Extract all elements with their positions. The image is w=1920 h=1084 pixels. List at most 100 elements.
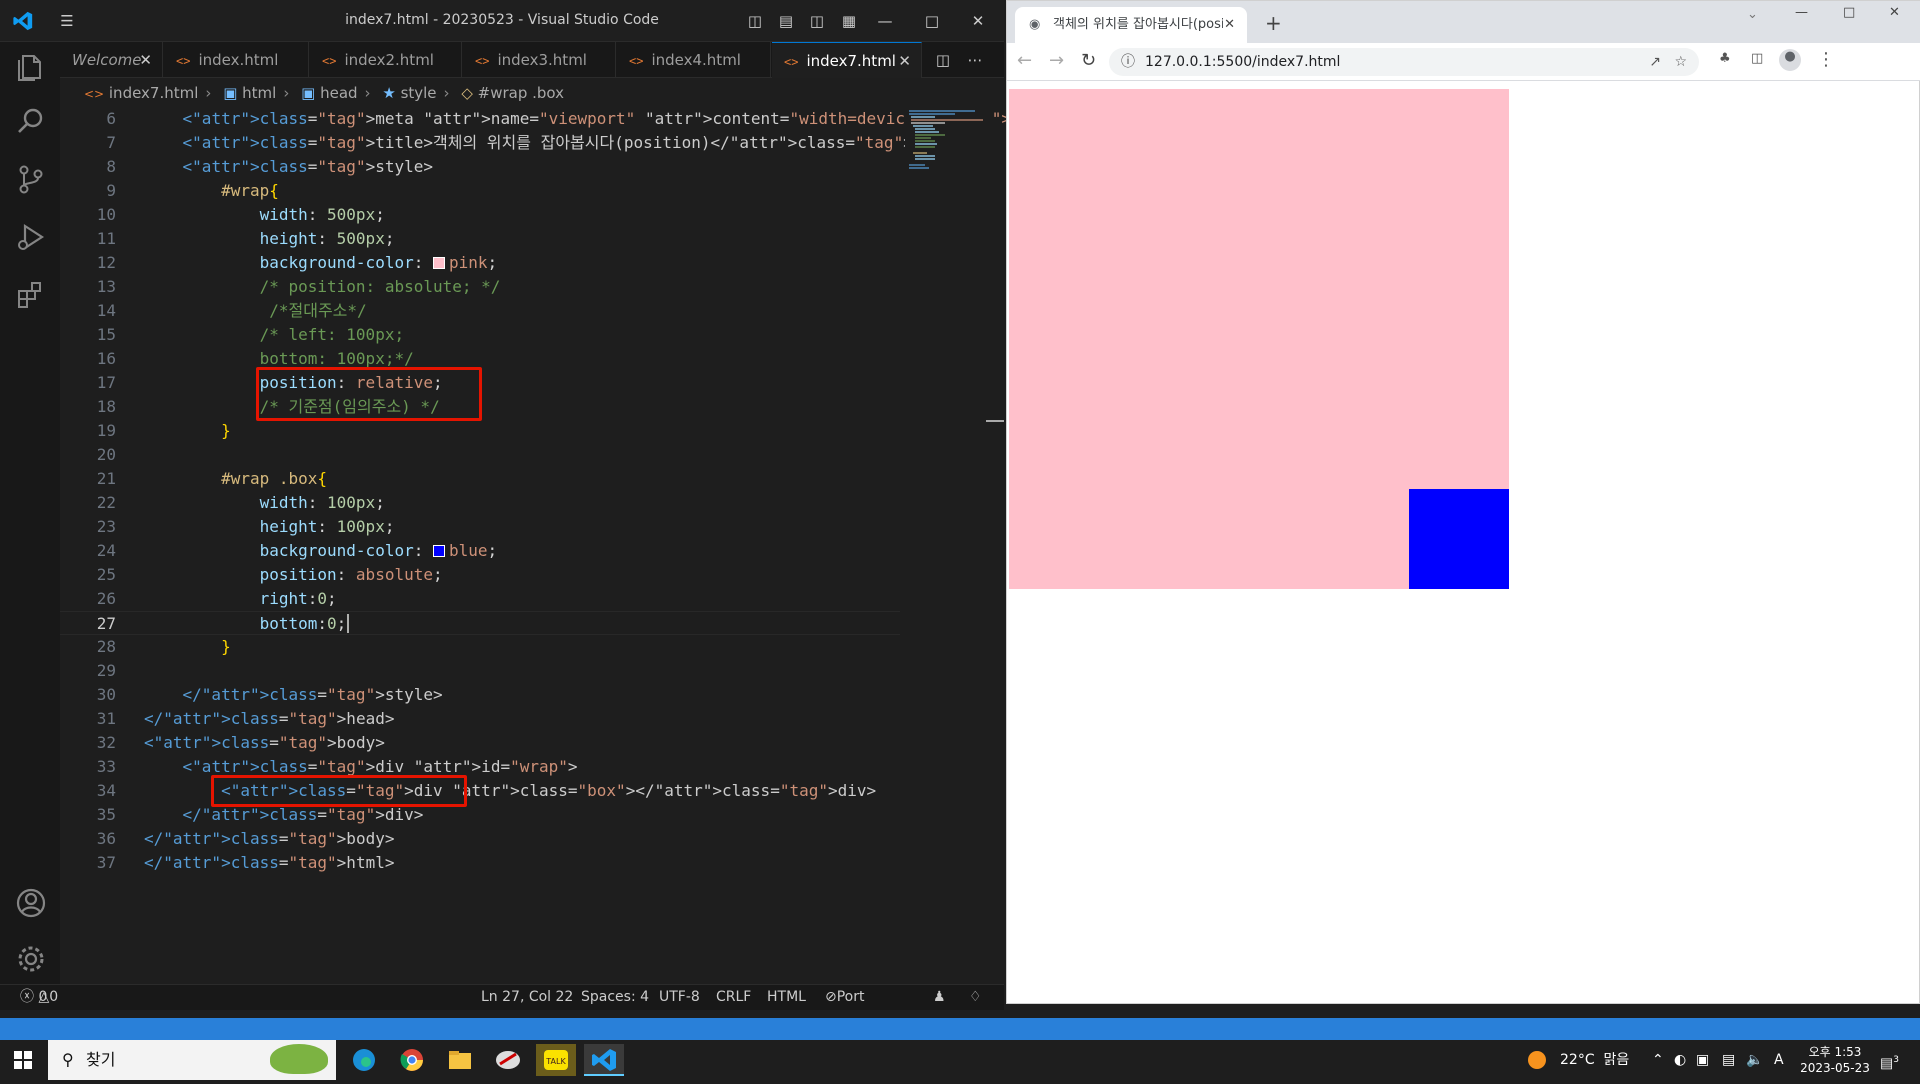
code-line[interactable]: 34 <"attr">class="tag">div "attr">class=…	[60, 779, 900, 803]
code-editor[interactable]: 6 <"attr">class="tag">meta "attr">name="…	[60, 107, 1194, 984]
code-line[interactable]: 7 <"attr">class="tag">title>객체의 위치를 잡아봅시…	[60, 131, 970, 155]
volume-muted-icon[interactable]: 🔈	[1746, 1040, 1763, 1080]
line-ending[interactable]: CRLF	[716, 985, 751, 1010]
more-actions-icon[interactable]: ⋯	[964, 49, 986, 71]
toggle-secondary-sidebar-icon[interactable]: ◫	[806, 10, 828, 32]
side-panel-icon[interactable]: ◫	[1751, 51, 1763, 66]
code-line[interactable]: 31 </"attr">class="tag">head>	[60, 707, 900, 731]
feedback-icon[interactable]: ♟	[933, 985, 946, 1010]
maximize-icon[interactable]: □	[921, 10, 943, 32]
color-swatch[interactable]	[432, 257, 445, 269]
weather-sun-icon[interactable]	[1528, 1051, 1546, 1069]
problems-indicator[interactable]: ⓧ 0 △ 0	[20, 985, 58, 1010]
explorer-icon[interactable]	[14, 50, 48, 84]
browser-tab[interactable]: ◉ 객체의 위치를 잡아봅시다(position) ✕	[1015, 7, 1247, 43]
app-icon[interactable]	[488, 1044, 528, 1076]
bookmark-star-icon[interactable]: ☆	[1674, 48, 1687, 76]
close-tab-icon[interactable]: ✕	[1224, 7, 1235, 43]
code-line[interactable]: 20	[60, 443, 900, 467]
code-line[interactable]: 19 }	[60, 419, 900, 443]
scrollbar-marker[interactable]	[986, 420, 1004, 422]
code-line[interactable]: 21 #wrap .box{	[60, 467, 900, 491]
breadcrumb-item[interactable]: style	[401, 84, 437, 102]
settings-gear-icon[interactable]	[14, 942, 48, 976]
toggle-panel-icon[interactable]: ▤	[775, 10, 797, 32]
chrome-icon[interactable]	[392, 1044, 432, 1076]
tab-index[interactable]: <> index.html	[164, 42, 309, 78]
profile-avatar-icon[interactable]: ●	[1779, 49, 1801, 71]
toggle-sidebar-icon[interactable]: ◫	[744, 10, 766, 32]
code-line[interactable]: 9 #wrap{	[60, 179, 900, 203]
tab-index3[interactable]: <> index3.html	[463, 42, 616, 78]
info-icon[interactable]: ⓘ	[1121, 48, 1135, 76]
code-line[interactable]: 25 position: absolute;	[60, 563, 900, 587]
code-line[interactable]: 32 <"attr">class="tag">body>	[60, 731, 900, 755]
notification-center-icon[interactable]: ▤3	[1880, 1040, 1899, 1084]
code-line[interactable]: 29	[60, 659, 900, 683]
language-mode[interactable]: HTML	[767, 985, 806, 1010]
tab-index7[interactable]: <> index7.html ✕	[772, 42, 922, 78]
code-line[interactable]: 35 </"attr">class="tag">div>	[60, 803, 900, 827]
code-line[interactable]: 22 width: 100px;	[60, 491, 900, 515]
customize-layout-icon[interactable]: ▦	[838, 10, 860, 32]
tab-index2[interactable]: <> index2.html	[310, 42, 462, 78]
source-control-icon[interactable]	[14, 162, 48, 196]
code-line[interactable]: 12 background-color: pink;	[60, 251, 900, 275]
tab-index4[interactable]: <> index4.html	[617, 42, 771, 78]
live-server-port[interactable]: ⊘ Port : 5500	[825, 985, 872, 1055]
color-swatch[interactable]	[432, 545, 445, 557]
code-line[interactable]: 26 right:0;	[60, 587, 900, 611]
breadcrumb-item[interactable]: #wrap .box	[478, 84, 564, 102]
minimize-icon[interactable]: —	[1795, 5, 1808, 20]
new-tab-icon[interactable]: +	[1265, 11, 1282, 35]
network-icon[interactable]: ▤	[1722, 1040, 1735, 1080]
forward-icon[interactable]: →	[1049, 50, 1064, 71]
edge-icon[interactable]	[344, 1044, 384, 1076]
ime-indicator[interactable]: A	[1774, 1040, 1784, 1080]
split-editor-icon[interactable]: ◫	[932, 49, 954, 71]
share-icon[interactable]: ↗	[1649, 48, 1661, 76]
clock[interactable]: 오후 1:53 2023-05-23	[1798, 1044, 1872, 1076]
cursor-position[interactable]: Ln 27, Col 22	[481, 985, 573, 1010]
minimap[interactable]	[905, 107, 990, 187]
close-icon[interactable]: ✕	[1889, 5, 1900, 20]
reload-icon[interactable]: ↻	[1081, 50, 1096, 71]
code-line[interactable]: 14 /*절대주소*/	[60, 299, 900, 323]
tab-search-chevron-icon[interactable]: ⌄	[1747, 7, 1758, 22]
code-line[interactable]: 10 width: 500px;	[60, 203, 900, 227]
close-icon[interactable]: ✕	[967, 10, 989, 32]
code-line[interactable]: 11 height: 500px;	[60, 227, 900, 251]
code-line[interactable]: 13 /* position: absolute; */	[60, 275, 900, 299]
kakaotalk-icon[interactable]: TALK	[536, 1044, 576, 1076]
encoding[interactable]: UTF-8	[659, 985, 700, 1010]
code-line[interactable]: 27 bottom:0;	[60, 611, 900, 635]
breadcrumb-item[interactable]: head	[320, 84, 357, 102]
code-line[interactable]: 15 /* left: 100px;	[60, 323, 900, 347]
breadcrumb-item[interactable]: html	[242, 84, 276, 102]
notifications-bell-icon[interactable]: ♢	[969, 985, 982, 1010]
indentation[interactable]: Spaces: 4	[581, 985, 649, 1010]
extensions-icon[interactable]	[14, 278, 48, 312]
breadcrumb-item[interactable]: index7.html	[109, 84, 199, 102]
tray-security-icon[interactable]: ▣	[1696, 1040, 1709, 1080]
code-line[interactable]: 37 </"attr">class="tag">html>	[60, 851, 900, 875]
accounts-icon[interactable]	[14, 886, 48, 920]
address-bar[interactable]: ⓘ 127.0.0.1:5500/index7.html ↗ ☆	[1109, 48, 1699, 76]
minimize-icon[interactable]: —	[874, 10, 896, 32]
chrome-menu-icon[interactable]: ⋮	[1817, 49, 1835, 70]
extensions-puzzle-icon[interactable]: ♣	[1719, 51, 1731, 66]
windows-start-icon[interactable]	[14, 1051, 32, 1069]
code-line[interactable]: 6 <"attr">class="tag">meta "attr">name="…	[60, 107, 1194, 131]
code-line[interactable]: 30 </"attr">class="tag">style>	[60, 683, 900, 707]
code-line[interactable]: 24 background-color: blue;	[60, 539, 900, 563]
code-line[interactable]: 33 <"attr">class="tag">div "attr">id="wr…	[60, 755, 900, 779]
back-icon[interactable]: ←	[1017, 50, 1032, 71]
code-line[interactable]: 8 <"attr">class="tag">style>	[60, 155, 900, 179]
maximize-icon[interactable]: □	[1843, 5, 1855, 20]
weather-text[interactable]: 22°C 맑음	[1560, 1040, 1629, 1080]
code-line[interactable]: 23 height: 100px;	[60, 515, 900, 539]
close-tab-icon[interactable]: ✕	[139, 42, 152, 78]
tab-welcome[interactable]: Welcome ✕	[60, 42, 163, 78]
code-line[interactable]: 36 </"attr">class="tag">body>	[60, 827, 900, 851]
taskbar-search[interactable]: ⚲ 찾기	[48, 1040, 336, 1080]
